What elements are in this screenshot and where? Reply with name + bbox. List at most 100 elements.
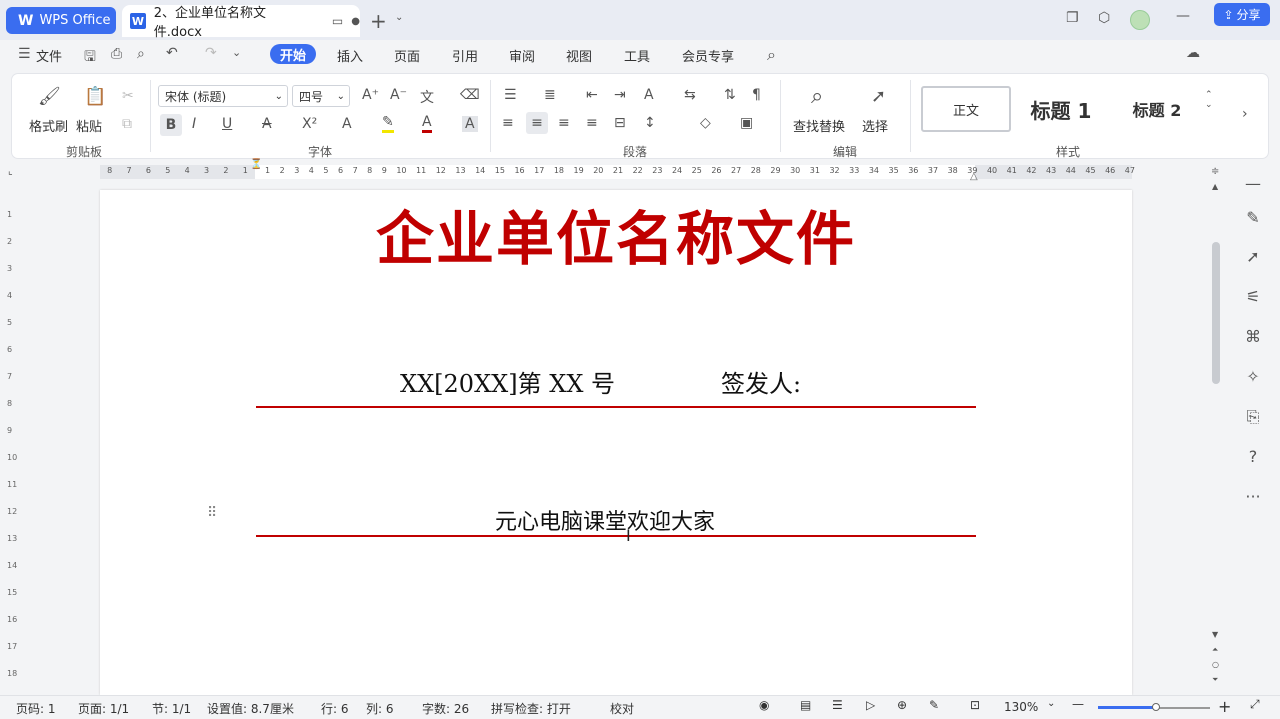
tab-start[interactable]: 开始 <box>270 44 317 64</box>
scroll-up-icon[interactable]: ▲ <box>1212 182 1218 191</box>
scroll-thumb[interactable] <box>1212 242 1220 384</box>
zoom-value[interactable]: 130% <box>1004 700 1038 714</box>
outline-view-icon[interactable]: ☰ <box>832 698 843 712</box>
window-layout-icon[interactable]: ❐ <box>1066 10 1079 26</box>
tab-review[interactable]: 审阅 <box>509 46 535 66</box>
strikethrough-icon[interactable]: A <box>262 116 272 132</box>
clear-format-icon[interactable]: ⌫ <box>460 87 480 103</box>
print-icon[interactable]: ⎙ <box>111 46 122 62</box>
status-col[interactable]: 列: 6 <box>366 700 394 717</box>
redo-icon[interactable]: ↷ <box>205 45 217 61</box>
pen-mode-icon[interactable]: ✎ <box>929 698 939 712</box>
scroll-down-icon[interactable]: ▼ <box>1212 630 1218 639</box>
quick-access-chevron-icon[interactable]: ⌄ <box>232 46 241 59</box>
numbered-list-icon[interactable]: ≣ <box>544 87 556 103</box>
border-icon[interactable]: ▣ <box>740 115 753 131</box>
bullet-list-icon[interactable]: ☰ <box>504 87 517 103</box>
share-button[interactable]: ⇪ 分享 <box>1214 3 1270 26</box>
drag-handle-icon[interactable]: ⠿ <box>207 505 217 521</box>
increase-indent-icon[interactable]: ⇥ <box>614 87 626 103</box>
style-heading-2[interactable]: 标题 2 <box>1112 86 1202 132</box>
show-marks-icon[interactable]: ¶ <box>752 87 761 103</box>
phonetic-icon[interactable]: 文 <box>420 87 434 107</box>
fit-page-icon[interactable]: ⊡ <box>970 698 980 712</box>
document-tab[interactable]: W 2、企业单位名称文件.docx ▭ ● <box>122 5 360 40</box>
text-direction-icon[interactable]: ⇆ <box>684 87 696 103</box>
tab-page[interactable]: 页面 <box>394 46 420 66</box>
save-icon[interactable]: 🖫 <box>84 46 96 70</box>
new-tab-icon[interactable]: + <box>370 9 387 33</box>
split-icon[interactable]: ≑ <box>1211 166 1219 177</box>
minimize-icon[interactable]: — <box>1176 8 1190 24</box>
paste-icon[interactable]: 📋 <box>84 86 106 107</box>
status-section[interactable]: 节: 1/1 <box>152 700 191 717</box>
ai-brush-icon[interactable]: ⌘ <box>1244 327 1262 346</box>
select-button[interactable]: 选择 <box>862 116 888 135</box>
status-row[interactable]: 行: 6 <box>321 700 349 717</box>
sort-icon[interactable]: ⇅ <box>724 87 736 103</box>
status-spellcheck[interactable]: 拼写检查: 打开 <box>491 700 571 717</box>
format-painter-button[interactable]: 格式刷 <box>29 116 68 135</box>
web-view-icon[interactable]: ⊕ <box>897 698 907 712</box>
menu-file[interactable]: 文件 <box>36 46 62 66</box>
styles-more-icon[interactable]: ⌃ ⌄ <box>1205 90 1213 110</box>
copy-icon[interactable]: ⧉ <box>122 116 132 132</box>
format-painter-icon[interactable]: 🖌 <box>38 86 61 107</box>
font-color-icon[interactable]: A <box>422 114 432 133</box>
wps-office-button[interactable]: W WPS Office <box>6 7 116 34</box>
bold-icon[interactable]: B <box>160 114 182 136</box>
paste-button[interactable]: 粘贴 <box>76 116 102 135</box>
status-page-num[interactable]: 页码: 1 <box>16 700 56 717</box>
tab-member[interactable]: 会员专享 <box>682 46 734 66</box>
fullscreen-icon[interactable]: ⤢ <box>1250 697 1260 712</box>
superscript-icon[interactable]: X² <box>302 116 317 132</box>
align-right-icon[interactable]: ≡ <box>558 115 570 131</box>
find-replace-button[interactable]: 查找替换 <box>793 116 845 135</box>
prev-page-icon[interactable]: ⏶ <box>1212 645 1218 655</box>
zoom-chevron-icon[interactable]: ⌄ <box>1047 698 1055 709</box>
select-cursor-icon[interactable]: ➚ <box>871 86 886 107</box>
line-spacing-icon[interactable]: ↕ <box>644 115 656 131</box>
collapse-sidebar-icon[interactable]: — <box>1244 174 1262 193</box>
asian-layout-icon[interactable]: A <box>644 87 654 103</box>
align-left-icon[interactable]: ≡ <box>502 115 514 131</box>
book-search-icon[interactable]: ⎘ <box>1244 407 1262 426</box>
tab-view[interactable]: 视图 <box>566 46 592 66</box>
document-signer[interactable]: 签发人: <box>721 364 801 399</box>
status-setting[interactable]: 设置值: 8.7厘米 <box>207 700 294 717</box>
avatar[interactable] <box>1130 10 1150 30</box>
justify-icon[interactable]: ≡ <box>586 115 598 131</box>
distribute-icon[interactable]: ⊟ <box>614 115 626 131</box>
tab-list-chevron-icon[interactable]: ⌄ <box>395 12 403 23</box>
search-icon[interactable]: ⌕ <box>767 45 776 65</box>
status-proof[interactable]: 校对 <box>610 700 634 717</box>
zoom-out-icon[interactable]: — <box>1072 697 1084 711</box>
style-heading-1[interactable]: 标题 1 <box>1016 86 1106 132</box>
tab-insert[interactable]: 插入 <box>337 46 363 66</box>
hamburger-icon[interactable]: ☰ <box>18 46 31 62</box>
shading-icon[interactable]: ◇ <box>700 115 711 131</box>
status-words[interactable]: 字数: 26 <box>422 700 469 717</box>
zoom-in-icon[interactable]: + <box>1218 697 1231 716</box>
more-icon[interactable]: ··· <box>1244 487 1262 506</box>
shrink-font-icon[interactable]: A⁻ <box>390 87 407 103</box>
select-browse-icon[interactable]: ○ <box>1212 660 1219 669</box>
undo-icon[interactable]: ↶ <box>166 45 178 61</box>
text-effect-icon[interactable]: A <box>342 116 352 132</box>
highlight-icon[interactable]: ✎ <box>382 114 394 133</box>
find-icon[interactable]: ⌕ <box>811 84 823 109</box>
style-normal[interactable]: 正文 <box>921 86 1011 132</box>
document-number[interactable]: XX[20XX]第 XX 号 <box>400 364 615 399</box>
indent-marker-icon[interactable]: ⏳ <box>250 159 262 170</box>
cloud-icon[interactable]: ☁ <box>1186 45 1200 61</box>
document-welcome-text[interactable]: 元心电脑课堂欢迎大家 <box>495 504 715 536</box>
eye-icon[interactable]: ◉ <box>759 698 769 712</box>
underline-icon[interactable]: U <box>222 116 232 132</box>
decrease-indent-icon[interactable]: ⇤ <box>586 87 598 103</box>
help-icon[interactable]: ? <box>1244 447 1262 466</box>
pointer-icon[interactable]: ➚ <box>1244 247 1262 266</box>
next-page-icon[interactable]: ⏷ <box>1212 675 1218 685</box>
tab-tools[interactable]: 工具 <box>624 46 650 66</box>
align-center-icon[interactable]: ≡ <box>526 112 548 134</box>
cut-icon[interactable]: ✂ <box>122 88 134 104</box>
